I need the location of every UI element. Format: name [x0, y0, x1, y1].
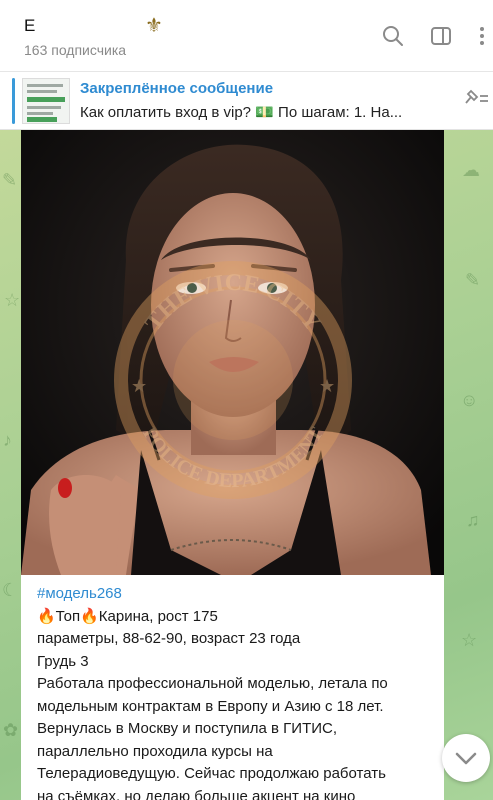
caption-line-8: Телерадиоведущую. Сейчас продолжаю работ…	[37, 765, 386, 782]
svg-text:★: ★	[131, 376, 147, 396]
pin-list-icon[interactable]	[464, 88, 490, 110]
caption-line-9: на съёмках, но делаю больше акцент на ки…	[37, 787, 356, 800]
channel-emblem: ⚜	[145, 15, 163, 37]
channel-title[interactable]: E	[24, 16, 35, 36]
post-hashtag[interactable]: #модель268	[37, 583, 437, 606]
caption-line-1: 🔥Топ🔥Карина, рост 175	[37, 607, 218, 625]
pinned-title: Закреплённое сообщение	[80, 80, 274, 97]
pinned-message-bar[interactable]: Закреплённое сообщение Как оплатить вход…	[0, 72, 493, 130]
subscriber-count: 163 подписчика	[24, 42, 127, 58]
post-photo[interactable]: THE VICE CITY POLICE DEPARTMENT ★ ★	[21, 130, 444, 575]
caption-line-4: Работала профессиональной моделью, летал…	[37, 675, 388, 692]
more-vertical-icon[interactable]	[470, 24, 493, 48]
caption-line-6: Вернулась в Москву и поступила в ГИТИС,	[37, 720, 338, 737]
pinned-preview-text: Как оплатить вход в vip? 💵 По шагам: 1. …	[80, 104, 403, 121]
caption-line-2: параметры, 88-62-90, возраст 23 года	[37, 630, 301, 647]
scroll-down-button[interactable]	[442, 734, 490, 782]
caption-line-7: параллельно проходила курсы на	[37, 742, 273, 760]
post-caption: #модель268 🔥Топ🔥Карина, рост 175 парамет…	[37, 583, 437, 800]
caption-line-3: Грудь 3	[37, 652, 89, 670]
chat-area: ✎ ☆ ♪ ☾ ✿ ☁ ✎ ☺ ♫ ☆ THE VICE CITY POLICE…	[0, 130, 493, 800]
svg-text:★: ★	[319, 376, 335, 396]
search-icon[interactable]	[381, 24, 405, 48]
chevron-down-icon	[455, 752, 477, 765]
chat-header: E ⚜ 163 подписчика	[0, 0, 493, 72]
caption-line-5: модельным контрактам в Европу и Азию с 1…	[37, 697, 384, 715]
pinned-thumbnail	[22, 78, 70, 124]
pinned-indicator	[12, 78, 15, 124]
channel-post: THE VICE CITY POLICE DEPARTMENT ★ ★ #мод…	[21, 130, 444, 800]
sidebar-toggle-icon[interactable]	[429, 24, 453, 48]
